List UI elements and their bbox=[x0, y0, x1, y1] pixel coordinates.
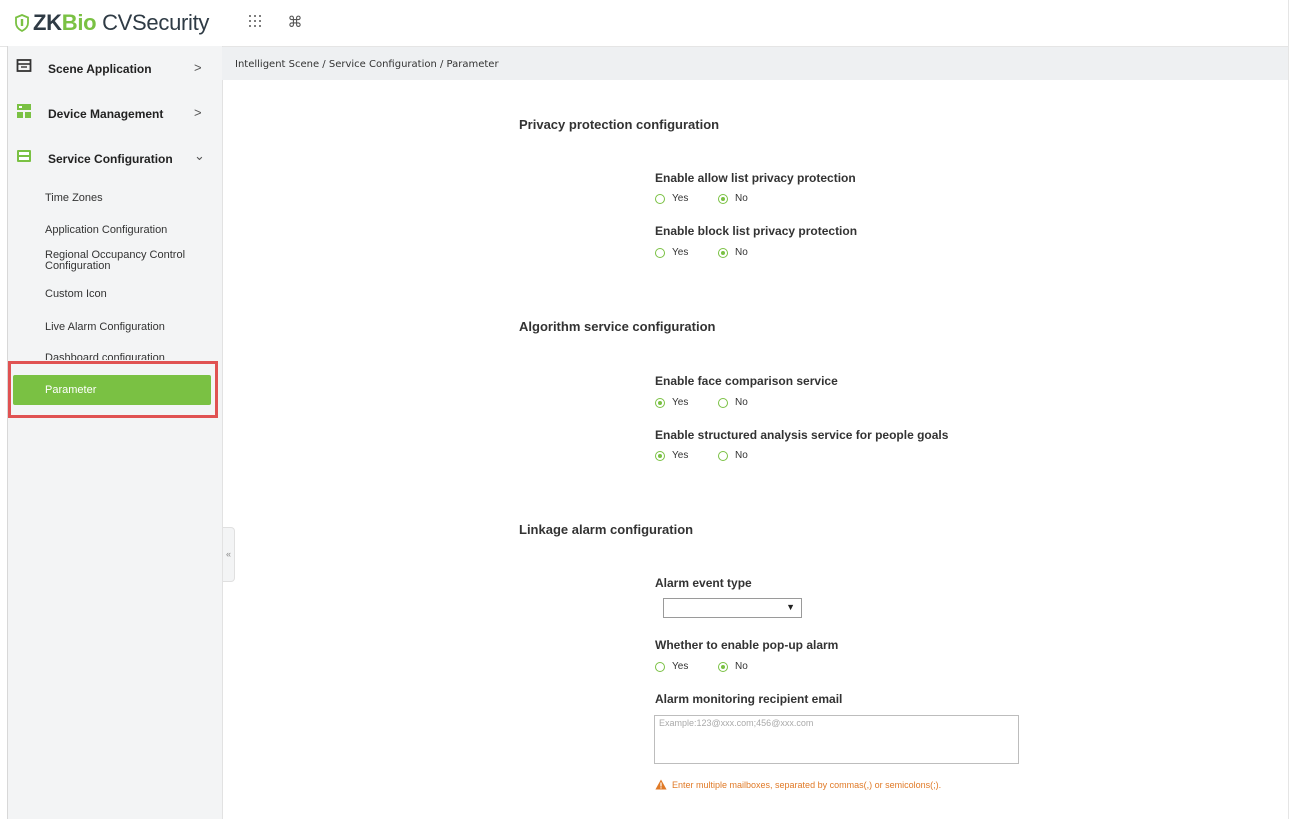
section-title-privacy: Privacy protection configuration bbox=[519, 117, 720, 132]
dropdown-arrow-icon: ▼ bbox=[786, 602, 795, 612]
app-logo[interactable]: ZKBio CVSecurity bbox=[14, 8, 209, 38]
shield-logo-icon bbox=[15, 14, 29, 32]
sidebar-subitem-label: Custom Icon bbox=[45, 288, 107, 300]
radio-label-no: No bbox=[735, 397, 748, 408]
sidebar-subitem-label: Application Configuration bbox=[45, 224, 168, 236]
breadcrumb: Intelligent Scene / Service Configuratio… bbox=[235, 59, 499, 70]
sidebar-subitem-label: Time Zones bbox=[45, 192, 103, 204]
section-title-algorithm: Algorithm service configuration bbox=[519, 319, 716, 334]
scene-icon bbox=[16, 59, 32, 72]
face-comparison-no-radio[interactable] bbox=[718, 398, 728, 408]
popup-alarm-no-radio[interactable] bbox=[718, 662, 728, 672]
popup-alarm-yes-radio[interactable] bbox=[655, 662, 665, 672]
radio-label-yes: Yes bbox=[672, 247, 689, 258]
sidebar-item-label: Device Management bbox=[48, 107, 164, 121]
chevron-right-icon: > bbox=[194, 105, 202, 120]
structured-analysis-yes-radio[interactable] bbox=[655, 451, 665, 461]
device-icon bbox=[17, 104, 31, 118]
radio-label-yes: Yes bbox=[672, 397, 689, 408]
allow-list-no-radio[interactable] bbox=[718, 194, 728, 204]
email-hint: Enter multiple mailboxes, separated by c… bbox=[655, 779, 941, 790]
allow-list-yes-radio[interactable] bbox=[655, 194, 665, 204]
highlight-annotation-box bbox=[8, 361, 218, 418]
sidebar: Scene Application > Device Management > … bbox=[8, 46, 223, 819]
sidebar-subitem-label: Dashboard configuration bbox=[45, 352, 165, 360]
sidebar-subitem-label: Regional Occupancy Control Configuration bbox=[45, 249, 186, 272]
grid-dots-icon[interactable] bbox=[246, 14, 264, 32]
app-title: ZKBio CVSecurity bbox=[33, 10, 210, 35]
block-list-no-radio[interactable] bbox=[718, 248, 728, 258]
radio-label-no: No bbox=[735, 450, 748, 461]
email-hint-text: Enter multiple mailboxes, separated by c… bbox=[672, 779, 942, 790]
top-bar: ZKBio CVSecurity ⌘ bbox=[0, 0, 1289, 47]
radio-label-yes: Yes bbox=[672, 193, 689, 204]
structured-analysis-label: Enable structured analysis service for p… bbox=[655, 428, 949, 442]
chevron-down-icon: ⌄ bbox=[194, 148, 205, 163]
chevron-right-icon: > bbox=[194, 60, 202, 75]
sidebar-item-label: Scene Application bbox=[48, 62, 152, 76]
breadcrumb-bar: Intelligent Scene / Service Configuratio… bbox=[222, 47, 1289, 80]
alarm-event-type-label: Alarm event type bbox=[655, 576, 752, 590]
command-icon[interactable]: ⌘ bbox=[286, 14, 304, 32]
popup-alarm-label: Whether to enable pop-up alarm bbox=[655, 638, 839, 652]
sidebar-collapse-handle[interactable]: « bbox=[223, 527, 235, 582]
radio-label-no: No bbox=[735, 661, 748, 672]
block-list-privacy-label: Enable block list privacy protection bbox=[655, 224, 858, 238]
radio-label-yes: Yes bbox=[672, 450, 689, 461]
sidebar-item-label: Service Configuration bbox=[48, 152, 173, 166]
recipient-email-input[interactable] bbox=[654, 715, 1019, 764]
sidebar-item-device-management[interactable]: Device Management > bbox=[8, 91, 222, 135]
grid-dots-glyph bbox=[249, 15, 261, 27]
allow-list-privacy-label: Enable allow list privacy protection bbox=[655, 171, 856, 185]
service-icon bbox=[17, 150, 31, 162]
section-title-linkage: Linkage alarm configuration bbox=[519, 522, 694, 537]
radio-label-yes: Yes bbox=[672, 661, 689, 672]
radio-label-no: No bbox=[735, 193, 748, 204]
sidebar-subitem-dashboard-configuration[interactable]: Dashboard configuration bbox=[8, 352, 222, 360]
sidebar-item-service-configuration[interactable]: Service Configuration ⌄ bbox=[8, 136, 222, 180]
warning-icon bbox=[655, 779, 667, 790]
structured-analysis-no-radio[interactable] bbox=[718, 451, 728, 461]
sidebar-item-scene-application[interactable]: Scene Application > bbox=[8, 46, 222, 90]
recipient-email-label: Alarm monitoring recipient email bbox=[655, 692, 843, 706]
block-list-yes-radio[interactable] bbox=[655, 248, 665, 258]
face-comparison-label: Enable face comparison service bbox=[655, 374, 838, 388]
sidebar-subitem-label: Live Alarm Configuration bbox=[45, 321, 165, 333]
face-comparison-yes-radio[interactable] bbox=[655, 398, 665, 408]
radio-label-no: No bbox=[735, 247, 748, 258]
alarm-event-type-select[interactable]: ▼ bbox=[663, 598, 802, 618]
